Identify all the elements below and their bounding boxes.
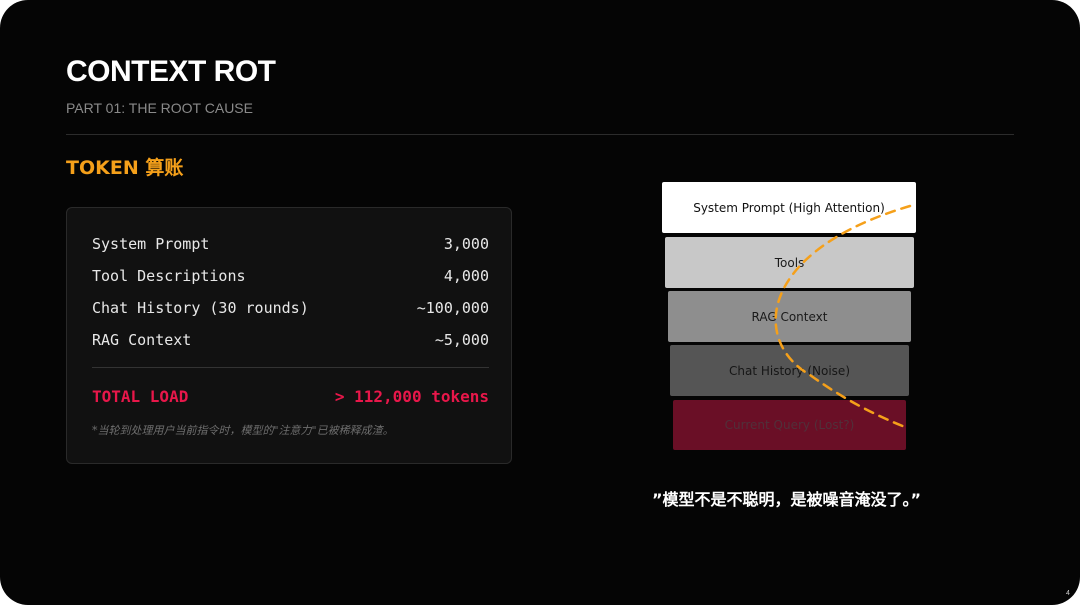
token-row-value: ~100,000 [416, 299, 489, 317]
stack-block-chat-history: Chat History (Noise) [670, 345, 909, 396]
token-row-label: RAG Context [92, 331, 192, 349]
total-load-value: > 112,000 tokens [334, 387, 489, 406]
stack-block-current-query: Current Query (Lost?) [673, 400, 906, 450]
token-row-value: 3,000 [443, 235, 489, 253]
slide-title: CONTEXT ROT [66, 55, 276, 88]
header-divider [66, 134, 1014, 135]
token-row-system-prompt: System Prompt 3,000 [92, 234, 489, 254]
attention-note: *当轮到处理用户当前指令时，模型的"注意力"已被稀释成渣。 [92, 424, 394, 437]
card-divider [92, 367, 489, 368]
token-row-label: Tool Descriptions [92, 267, 246, 285]
total-load-label: TOTAL LOAD [92, 387, 189, 406]
stack-block-rag-context: RAG Context [668, 291, 911, 342]
token-row-rag-context: RAG Context ~5,000 [92, 330, 489, 350]
token-card: System Prompt 3,000 Tool Descriptions 4,… [66, 207, 512, 464]
total-load-row: TOTAL LOAD > 112,000 tokens [92, 386, 489, 408]
token-row-value: ~5,000 [434, 331, 489, 349]
token-row-tool-descriptions: Tool Descriptions 4,000 [92, 266, 489, 286]
page-number: 4 [1066, 590, 1070, 597]
section-heading: TOKEN 算账 [66, 157, 184, 179]
token-row-chat-history: Chat History (30 rounds) ~100,000 [92, 298, 489, 318]
quote: ”模型不是不聪明，是被噪音淹没了。” [652, 490, 922, 509]
token-row-label: System Prompt [92, 235, 210, 253]
stack-block-system-prompt: System Prompt (High Attention) [662, 182, 916, 233]
token-row-value: 4,000 [443, 267, 489, 285]
token-row-label: Chat History (30 rounds) [92, 299, 309, 317]
stack-block-tools: Tools [665, 237, 914, 288]
slide: CONTEXT ROT PART 01: THE ROOT CAUSE TOKE… [0, 0, 1080, 605]
slide-subtitle: PART 01: THE ROOT CAUSE [66, 100, 253, 116]
